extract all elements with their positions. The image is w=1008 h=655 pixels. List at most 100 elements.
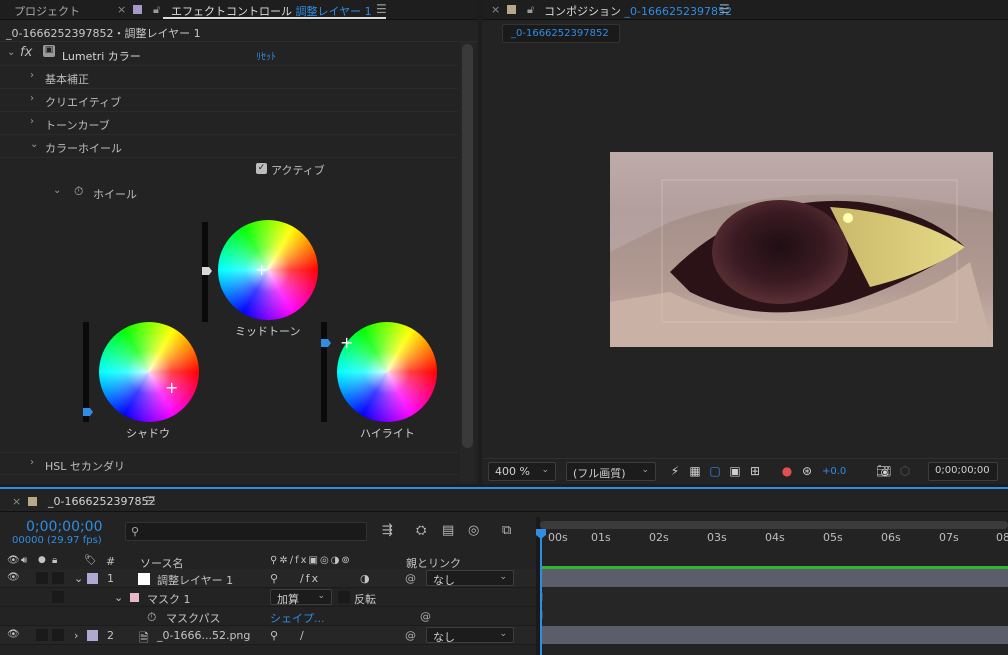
section-curves[interactable]: › トーンカーブ — [0, 112, 458, 135]
chevron-right-icon[interactable]: › — [30, 93, 34, 104]
lock-cell[interactable] — [52, 591, 64, 603]
label-icon[interactable]: 🏷︎ — [84, 555, 97, 566]
close-icon[interactable]: × — [117, 3, 126, 16]
show-snapshot-icon[interactable]: ⬡ — [898, 464, 912, 478]
layer-search-field[interactable]: ⚲ — [125, 522, 367, 541]
motion-blur-icon[interactable]: ◎ — [468, 523, 479, 538]
pickwhip-icon[interactable]: @ — [405, 629, 416, 642]
mask-mode-dropdown[interactable]: 加算 ⌄ — [270, 589, 332, 606]
layer-label-color[interactable] — [87, 630, 98, 641]
mask-visibility-icon[interactable]: ▢ — [708, 464, 722, 478]
mask-path-row[interactable]: ⏱︎ マスクパス シェイプ... @ — [0, 607, 536, 626]
solo-cell[interactable] — [36, 572, 48, 584]
parent-dropdown[interactable]: なし ⌄ — [426, 570, 514, 587]
timeline-tab[interactable]: _0-1666252397852 — [48, 495, 155, 508]
switches-icon[interactable]: ⚲✲∕fx▣◎◑⊚ — [270, 555, 352, 566]
section-color-wheels[interactable]: ⌄ カラーホイール — [0, 135, 458, 158]
fx-icon[interactable]: fx — [20, 45, 32, 60]
work-area-bar[interactable] — [540, 521, 1008, 529]
midtone-slider-handle[interactable] — [202, 267, 212, 275]
playhead-line[interactable] — [540, 535, 542, 655]
lock-cell[interactable] — [52, 629, 64, 641]
shy-switch-icon[interactable]: ⚲ — [270, 572, 278, 585]
mask-color-swatch[interactable] — [130, 593, 139, 602]
tab-composition[interactable]: コンポジション _0-1666252397852 — [544, 3, 732, 19]
reset-button[interactable]: ﾘｾｯﾄ — [256, 48, 276, 63]
comp-viewer[interactable] — [482, 48, 1008, 456]
chevron-right-icon[interactable]: › — [30, 116, 34, 127]
layer-row[interactable]: 👁︎ ⌄ 1 調整レイヤー 1 ⚲ ∕fx ◑ @ なし ⌄ — [0, 569, 536, 588]
crosshair-icon[interactable]: + — [255, 262, 268, 278]
layer-row[interactable]: 👁︎ › 2 🗎︎ _0-1666...52.png ⚲ ∕ @ なし ⌄ — [0, 626, 536, 645]
mask-row[interactable]: ⌄ マスク 1 加算 ⌄ 反転 — [0, 588, 536, 607]
search-input[interactable] — [146, 524, 356, 539]
shy-switch-icon[interactable]: ⚲ — [270, 629, 278, 642]
exposure-value[interactable]: +0.0 — [822, 466, 846, 477]
chevron-right-icon[interactable]: › — [30, 457, 34, 468]
guides-icon[interactable]: ⊞ — [748, 464, 762, 478]
pickwhip-icon[interactable]: @ — [405, 572, 416, 585]
resolution-dropdown[interactable]: (フル画質) ⌄ — [566, 462, 656, 481]
chevron-down-icon[interactable]: ⌄ — [53, 185, 61, 196]
chevron-down-icon[interactable]: ⌄ — [30, 139, 38, 150]
effect-header-row[interactable]: ⌄ fx ▣ Lumetri カラー ﾘｾｯﾄ — [0, 43, 458, 66]
mask-name[interactable]: マスク 1 — [147, 591, 191, 607]
region-of-interest-icon[interactable]: ▣ — [728, 464, 742, 478]
adjustment-switch-icon[interactable]: ◑ — [360, 572, 370, 585]
chevron-right-icon[interactable]: › — [74, 629, 78, 642]
snapshot-icon[interactable]: 📷︎ — [876, 464, 891, 478]
current-time-display[interactable]: 0;00;00;00 — [26, 519, 103, 535]
channels-icon[interactable]: ● — [780, 464, 794, 478]
comp-flowchart-icon[interactable]: ⇶ — [382, 523, 393, 538]
invert-checkbox[interactable] — [338, 591, 350, 603]
pickwhip-icon[interactable]: @ — [420, 610, 431, 623]
eye-icon[interactable]: 👁︎ — [7, 555, 20, 566]
solo-cell[interactable] — [36, 629, 48, 641]
eye-icon[interactable]: 👁︎ — [7, 629, 20, 640]
chevron-down-icon[interactable]: ⌄ — [7, 47, 15, 58]
close-icon[interactable]: × — [12, 495, 21, 508]
section-hsl[interactable]: › HSL セカンダリ — [0, 452, 458, 475]
section-creative[interactable]: › クリエイティブ — [0, 89, 458, 112]
mask-path-value[interactable]: シェイプ... — [270, 610, 325, 626]
lock-icon[interactable]: 🔓︎ — [153, 3, 160, 17]
zoom-dropdown[interactable]: 400 % ⌄ — [488, 462, 556, 481]
layer-name[interactable]: _0-1666...52.png — [157, 629, 250, 642]
stopwatch-icon[interactable]: ⏱︎ — [147, 610, 156, 625]
fast-preview-icon[interactable]: ⚡︎ — [668, 464, 682, 478]
scrollbar-thumb[interactable] — [462, 44, 473, 448]
layer-2-bar[interactable] — [541, 626, 1008, 644]
current-time-field[interactable]: 0;00;00;00 — [928, 462, 998, 481]
chevron-down-icon[interactable]: ⌄ — [74, 572, 83, 585]
highlight-slider-handle[interactable] — [321, 339, 331, 347]
frame-blending-icon[interactable]: ▤ — [442, 523, 454, 538]
close-icon[interactable]: × — [491, 3, 500, 16]
audio-icon[interactable]: 🔊︎ — [21, 555, 27, 566]
crosshair-icon[interactable]: + — [340, 335, 353, 351]
lock-cell[interactable] — [52, 572, 64, 584]
active-checkbox[interactable]: ✓ — [256, 163, 267, 174]
transparency-grid-icon[interactable]: ▦ — [688, 464, 702, 478]
graph-editor-icon[interactable]: ⧉ — [502, 523, 511, 538]
panel-menu-icon[interactable]: ☰ — [145, 494, 156, 508]
shadow-luma-slider[interactable] — [83, 322, 89, 422]
layer-name[interactable]: 調整レイヤー 1 — [157, 572, 233, 588]
wheels-row[interactable]: ⌄ ⏱︎ ホイール — [0, 181, 458, 204]
col-hash[interactable]: # — [106, 555, 115, 568]
comp-flow-chip[interactable]: _0-1666252397852 — [502, 24, 620, 43]
shadow-slider-handle[interactable] — [83, 408, 93, 416]
lock-icon[interactable]: 🔓︎ — [527, 3, 534, 17]
draft-3d-icon[interactable]: ⛭ — [416, 523, 426, 538]
effect-switch-icon[interactable]: ∕fx — [300, 572, 320, 585]
color-management-icon[interactable]: ⊛ — [800, 464, 814, 478]
parent-dropdown[interactable]: なし ⌄ — [426, 627, 514, 644]
shadow-color-wheel[interactable] — [99, 322, 199, 422]
crosshair-icon[interactable]: + — [165, 380, 178, 396]
panel-menu-icon[interactable]: ☰ — [376, 2, 387, 16]
chevron-right-icon[interactable]: › — [30, 70, 34, 81]
section-basic[interactable]: › 基本補正 — [0, 66, 458, 89]
highlight-luma-slider[interactable] — [321, 322, 327, 422]
stopwatch-icon[interactable]: ⏱︎ — [74, 184, 83, 199]
panel-menu-icon[interactable]: ☰ — [719, 2, 730, 16]
quality-switch-icon[interactable]: ∕ — [300, 629, 304, 642]
